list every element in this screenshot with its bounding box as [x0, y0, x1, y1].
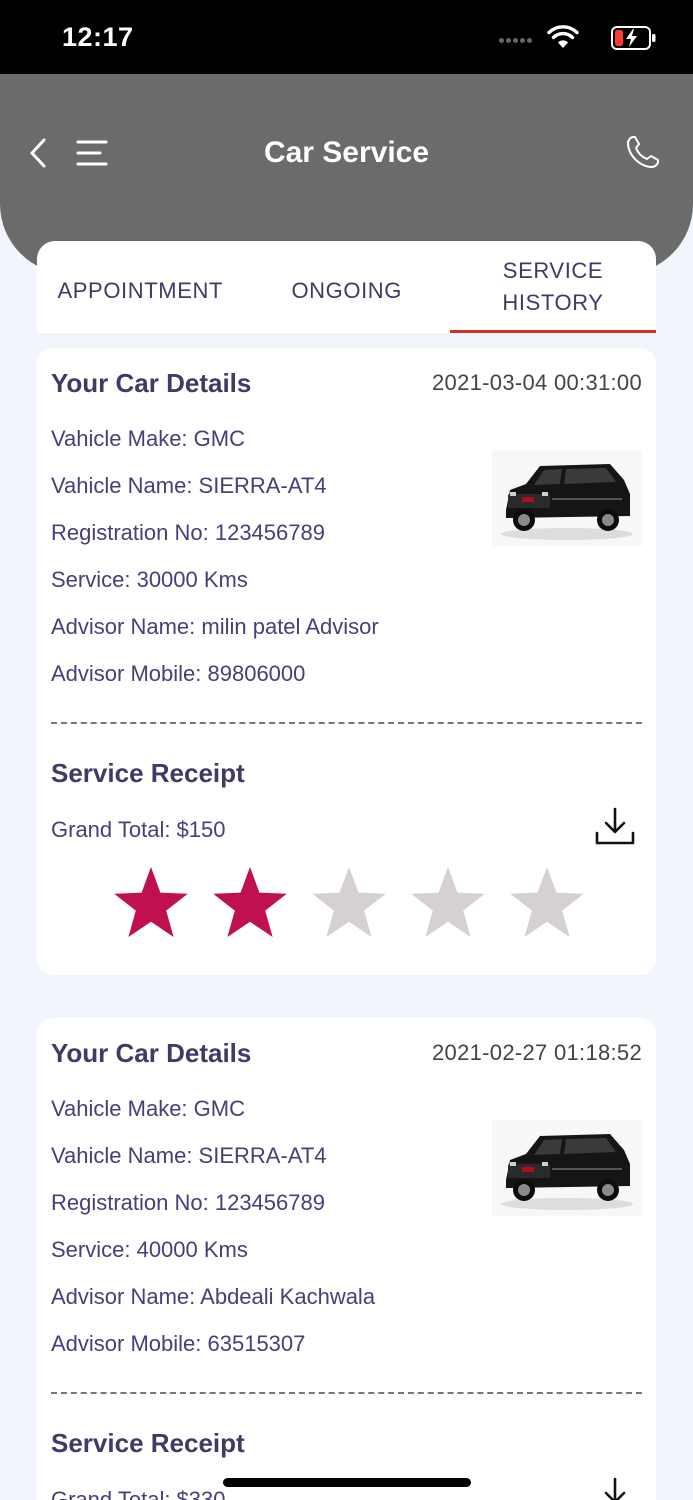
card-title: Your Car Details	[51, 1038, 252, 1068]
vehicle-make: Vahicle Make: GMC	[51, 426, 245, 451]
rating-stars	[111, 863, 587, 943]
receipt-title: Service Receipt	[51, 1428, 245, 1458]
dashed-divider	[51, 722, 642, 724]
service-record-card: Your Car Details 2021-03-04 00:31:00 Vah…	[37, 348, 656, 975]
vehicle-name: Vahicle Name: SIERRA-AT4	[51, 473, 327, 498]
receipt-title: Service Receipt	[51, 758, 245, 788]
battery-icon	[611, 26, 656, 50]
wifi-icon	[547, 25, 579, 48]
home-indicator	[223, 1478, 471, 1487]
download-icon[interactable]	[594, 805, 636, 847]
tab-service-history-label: SERVICE HISTORY	[502, 258, 604, 315]
dashed-divider	[51, 1392, 642, 1394]
advisor-mobile: Advisor Mobile: 89806000	[51, 661, 306, 686]
service-kms: Service: 40000 Kms	[51, 1237, 248, 1262]
star-icon[interactable]	[507, 863, 587, 943]
page-title: Car Service	[263, 136, 430, 169]
download-icon[interactable]	[594, 1475, 636, 1500]
grand-total: Grand Total: $150	[51, 817, 226, 842]
status-bar: 12:17	[0, 0, 693, 74]
star-icon[interactable]	[408, 863, 488, 943]
advisor-mobile: Advisor Mobile: 63515307	[51, 1331, 306, 1356]
vehicle-name: Vahicle Name: SIERRA-AT4	[51, 1143, 327, 1168]
signal-icon	[499, 36, 533, 44]
advisor-name: Advisor Name: milin patel Advisor	[51, 614, 379, 639]
phone-icon[interactable]	[625, 134, 661, 170]
registration-number: Registration No: 123456789	[51, 520, 325, 545]
car-image	[492, 1120, 642, 1216]
tab-appointment[interactable]: APPOINTMENT	[37, 241, 244, 333]
tab-ongoing[interactable]: ONGOING	[244, 241, 451, 333]
service-kms: Service: 30000 Kms	[51, 567, 248, 592]
star-icon[interactable]	[309, 863, 389, 943]
service-record-card: Your Car Details 2021-02-27 01:18:52 Vah…	[37, 1018, 656, 1500]
registration-number: Registration No: 123456789	[51, 1190, 325, 1215]
star-icon[interactable]	[111, 863, 191, 943]
service-date: 2021-02-27 01:18:52	[432, 1040, 642, 1065]
card-title: Your Car Details	[51, 368, 252, 398]
car-image	[492, 450, 642, 546]
tab-service-history[interactable]: SERVICE HISTORY	[450, 241, 656, 333]
tab-bar: APPOINTMENT ONGOING SERVICE HISTORY	[37, 241, 656, 333]
grand-total: Grand Total: $330	[51, 1487, 226, 1500]
status-time: 12:17	[62, 22, 134, 52]
advisor-name: Advisor Name: Abdeali Kachwala	[51, 1284, 376, 1309]
service-date: 2021-03-04 00:31:00	[432, 370, 642, 395]
screen: 12:17 Car Service APPOINTMENT ONGOING SE…	[0, 0, 693, 1500]
vehicle-make: Vahicle Make: GMC	[51, 1096, 245, 1121]
star-icon[interactable]	[210, 863, 290, 943]
